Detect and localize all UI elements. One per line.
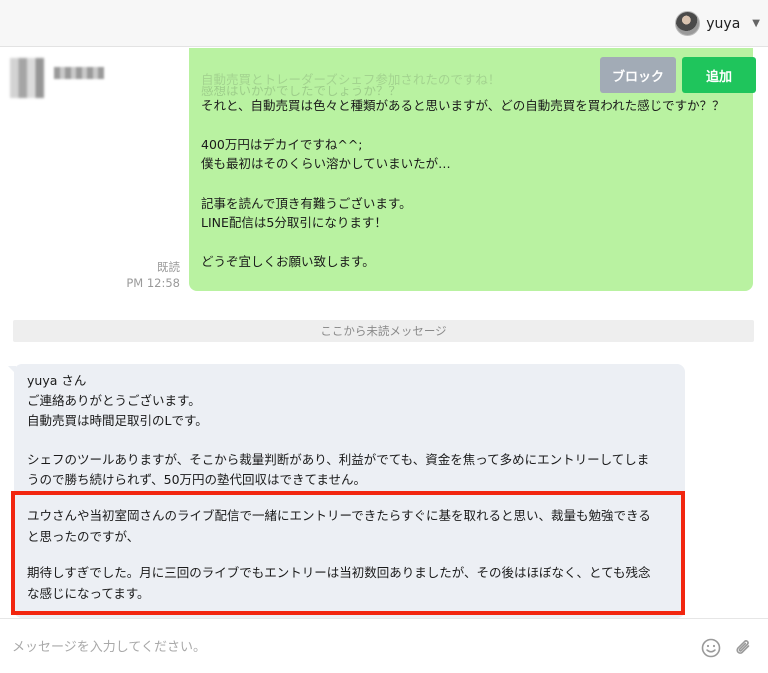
attachment-icon[interactable] [733,637,755,659]
block-button[interactable]: ブロック [600,57,676,93]
message-line: と思ったのですが、 [27,529,140,544]
message-line: それと、自動売買は色々と種類があると思いますが、どの自動売買を買われた感じですか… [201,97,725,113]
message-line: シェフのツールありますが、そこから裁量判断があり、利益がでても、資金を焦って多め… [27,452,650,468]
message-input[interactable] [12,633,672,661]
add-friend-button[interactable]: 追加 [682,57,756,93]
message-line: LINE配信は5分取引になります！ [201,215,387,231]
contact-name [54,67,104,79]
message-composer [0,618,768,673]
emoji-icon[interactable] [700,637,722,659]
top-bar: yuya ▼ [0,0,768,47]
highlighted-message-text: ユウさんや当初室岡さんのライブ配信で一緒にエントリーできたらすぐに基を取れると思… [27,505,677,604]
unread-divider: ここから未読メッセージ [13,320,754,342]
message-line: ご連絡ありがとうございます。 [27,392,201,408]
user-menu[interactable]: yuya ▼ [675,10,760,37]
message-line: yuya さん [27,373,87,388]
contact-avatar[interactable] [10,58,44,98]
message-line: 僕も最初はそのくらい溶かしていまいたが… [201,156,451,172]
unread-divider-label: ここから未読メッセージ [320,324,447,338]
message-line: ユウさんや当初室岡さんのライブ配信で一緒にエントリーできたらすぐに基を取れると思… [27,508,651,523]
message-line: な感じになってます。 [27,586,150,601]
user-avatar[interactable] [675,11,701,36]
user-name[interactable]: yuya [706,16,740,32]
chevron-down-icon[interactable]: ▼ [752,18,760,29]
read-status: 既読 [157,260,180,274]
message-line: どうぞ宜しくお願い致します。 [201,254,375,270]
message-time: PM 12:58 [126,276,180,290]
message-line: 400万円はデカイですね^^; [201,136,363,152]
message-line: うので勝ち続けられず、50万円の塾代回収はできてません。 [27,471,367,487]
message-meta: 既読 PM 12:58 [126,259,180,291]
message-line: 期待しすぎでした。月に三回のライブでもエントリーは当初数回ありましたが、その後は… [27,565,651,580]
message-line: 記事を読んで頂き有難うございます。 [201,195,412,211]
message-line: 自動売買は時間足取引のLです。 [27,412,208,428]
